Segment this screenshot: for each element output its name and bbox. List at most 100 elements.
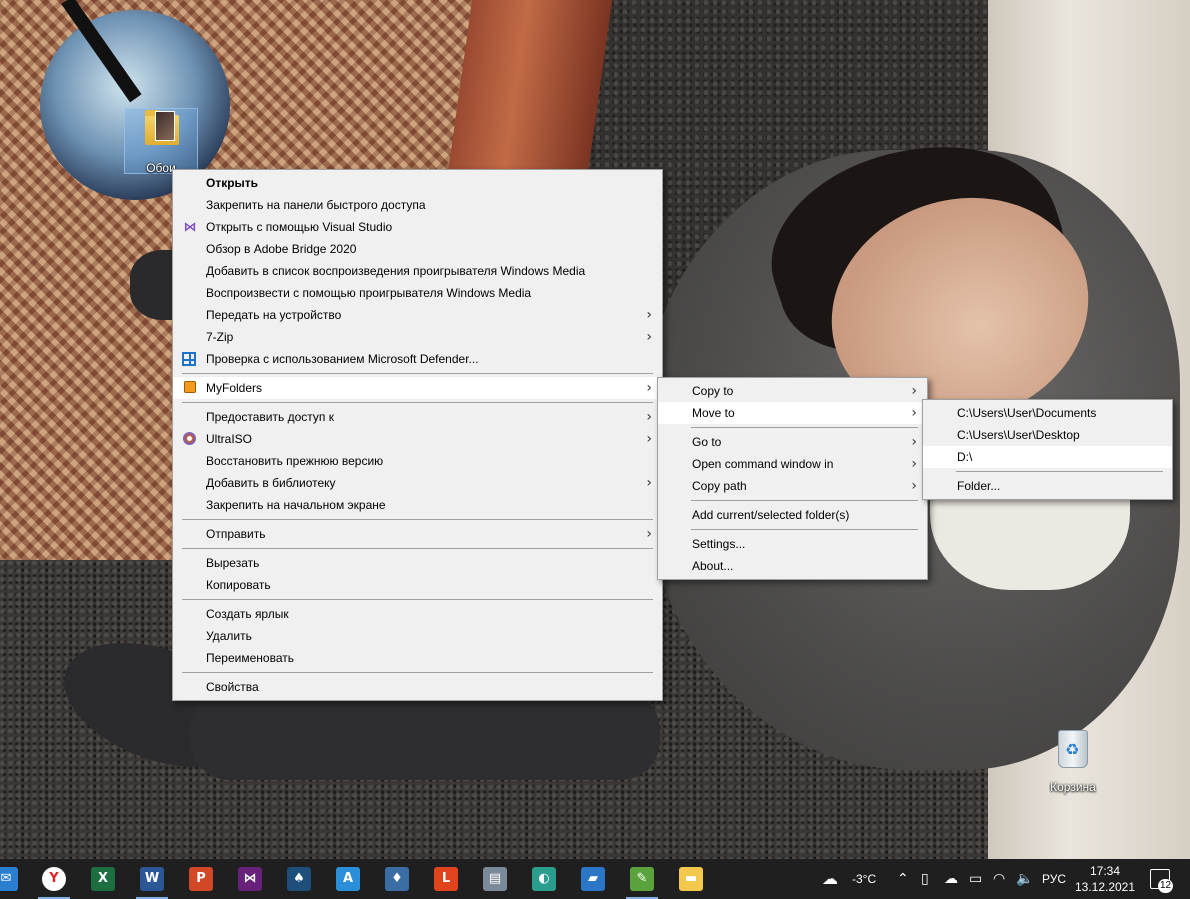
move-to-submenu: C:\Users\User\Documents C:\Users\User\De… bbox=[922, 399, 1173, 500]
taskbar-app-l[interactable]: L bbox=[422, 859, 470, 899]
menu-item-label: Переименовать bbox=[206, 651, 294, 665]
menu-item-open-command-window[interactable]: Open command window in › bbox=[658, 453, 927, 475]
taskbar-powerpoint[interactable]: P bbox=[177, 859, 225, 899]
menu-item-open[interactable]: Открыть bbox=[173, 172, 662, 194]
menu-item-add-wmp-playlist[interactable]: Добавить в список воспроизведения проигр… bbox=[173, 260, 662, 282]
menu-separator bbox=[182, 519, 653, 520]
menu-item-settings[interactable]: Settings... bbox=[658, 533, 927, 555]
menu-item-d-drive[interactable]: D:\ bbox=[923, 446, 1172, 468]
menu-item-give-access[interactable]: Предоставить доступ к › bbox=[173, 406, 662, 428]
menu-item-label: Добавить в библиотеку bbox=[206, 476, 336, 490]
chevron-up-icon[interactable]: ⌃ bbox=[897, 871, 909, 887]
clock-time: 17:34 bbox=[1089, 864, 1121, 878]
menu-item-restore-previous[interactable]: Восстановить прежнюю версию bbox=[173, 450, 662, 472]
chevron-right-icon: › bbox=[646, 475, 652, 491]
menu-item-copy[interactable]: Копировать bbox=[173, 574, 662, 596]
menu-item-add-to-library[interactable]: Добавить в библиотеку › bbox=[173, 472, 662, 494]
wifi-icon[interactable]: ◠ bbox=[993, 871, 1005, 887]
taskbar-yandex-browser[interactable]: Y bbox=[30, 859, 78, 899]
taskbar-excel[interactable]: X bbox=[79, 859, 127, 899]
menu-item-add-folder[interactable]: Add current/selected folder(s) bbox=[658, 504, 927, 526]
menu-item-7zip[interactable]: 7-Zip › bbox=[173, 326, 662, 348]
menu-separator bbox=[691, 529, 918, 530]
taskbar-file-explorer[interactable]: ▬ bbox=[667, 859, 715, 899]
desktop-recycle-bin[interactable]: Корзина bbox=[1036, 728, 1110, 794]
menu-item-adobe-bridge[interactable]: Обзор в Adobe Bridge 2020 bbox=[173, 238, 662, 260]
chevron-right-icon: › bbox=[911, 405, 917, 421]
chevron-right-icon: › bbox=[646, 329, 652, 345]
menu-item-about[interactable]: About... bbox=[658, 555, 927, 577]
app-notes-icon: ♦ bbox=[385, 867, 409, 891]
menu-item-label: Закрепить на начальном экране bbox=[206, 498, 386, 512]
weather-icon[interactable]: ☁ bbox=[822, 871, 838, 887]
app-cards-icon: ▰ bbox=[581, 867, 605, 891]
menu-item-create-shortcut[interactable]: Создать ярлык bbox=[173, 603, 662, 625]
menu-item-copy-to[interactable]: Copy to › bbox=[658, 380, 927, 402]
menu-item-label: Вырезать bbox=[206, 556, 260, 570]
menu-item-label: Предоставить доступ к bbox=[206, 410, 334, 424]
taskbar: ✉ Y X W P ⋈ ♠ A ♦ L ▤ ◐ ▰ ✎ ▬ ☁ -3°C ⌃ ▯ ☁ ▭ ◠ 🔈 РУС … bbox=[0, 859, 1190, 899]
menu-item-label: Закрепить на панели быстрого доступа bbox=[206, 198, 426, 212]
system-clock[interactable]: 17:34 13.12.2021 bbox=[1072, 863, 1138, 895]
menu-item-label: Move to bbox=[692, 406, 735, 420]
menu-item-label: Settings... bbox=[692, 537, 746, 551]
menu-item-label: About... bbox=[692, 559, 734, 573]
menu-item-documents-path[interactable]: C:\Users\User\Documents bbox=[923, 402, 1172, 424]
app-l-icon: L bbox=[434, 867, 458, 891]
taskbar-visual-studio[interactable]: ⋈ bbox=[226, 859, 274, 899]
taskbar-app-notes[interactable]: ♦ bbox=[373, 859, 421, 899]
menu-item-label: Воспроизвести с помощью проигрывателя Wi… bbox=[206, 286, 532, 300]
onedrive-icon[interactable]: ☁ bbox=[944, 871, 958, 887]
powerpoint-icon: P bbox=[189, 867, 213, 891]
language-indicator[interactable]: РУС bbox=[1042, 859, 1066, 899]
chevron-right-icon: › bbox=[646, 431, 652, 447]
recycle-bin-label: Корзина bbox=[1050, 780, 1096, 794]
wallpaper-jeans bbox=[190, 690, 660, 780]
menu-item-pin-start[interactable]: Закрепить на начальном экране bbox=[173, 494, 662, 516]
menu-item-label: Обзор в Adobe Bridge 2020 bbox=[206, 242, 357, 256]
menu-item-copy-path[interactable]: Copy path › bbox=[658, 475, 927, 497]
menu-item-label: Folder... bbox=[957, 479, 1001, 493]
taskbar-app-chart[interactable]: ✎ bbox=[618, 859, 666, 899]
taskbar-word[interactable]: W bbox=[128, 859, 176, 899]
taskbar-edge[interactable]: ◐ bbox=[520, 859, 568, 899]
menu-item-myfolders[interactable]: MyFolders › bbox=[173, 377, 662, 399]
menu-item-pin-quick-access[interactable]: Закрепить на панели быстрого доступа bbox=[173, 194, 662, 216]
menu-item-open-visual-studio[interactable]: ⋈ Открыть с помощью Visual Studio bbox=[173, 216, 662, 238]
menu-item-label: Проверка с использованием Microsoft Defe… bbox=[206, 352, 479, 366]
menu-item-desktop-path[interactable]: C:\Users\User\Desktop bbox=[923, 424, 1172, 446]
menu-item-ultraiso[interactable]: UltraISO › bbox=[173, 428, 662, 450]
taskbar-app-monitor[interactable]: ▤ bbox=[471, 859, 519, 899]
menu-item-go-to[interactable]: Go to › bbox=[658, 431, 927, 453]
taskbar-solitaire[interactable]: ♠ bbox=[275, 859, 323, 899]
volume-icon[interactable]: 🔈 bbox=[1016, 871, 1033, 887]
menu-item-delete[interactable]: Удалить bbox=[173, 625, 662, 647]
chevron-right-icon: › bbox=[911, 456, 917, 472]
menu-item-properties[interactable]: Свойства bbox=[173, 676, 662, 698]
menu-separator bbox=[182, 672, 653, 673]
menu-item-cut[interactable]: Вырезать bbox=[173, 552, 662, 574]
menu-item-folder-browse[interactable]: Folder... bbox=[923, 475, 1172, 497]
menu-item-cast-to-device[interactable]: Передать на устройство › bbox=[173, 304, 662, 326]
menu-item-label: C:\Users\User\Documents bbox=[957, 406, 1097, 420]
menu-separator bbox=[182, 373, 653, 374]
menu-item-rename[interactable]: Переименовать bbox=[173, 647, 662, 669]
desktop-folder-oboi[interactable]: Обои bbox=[124, 108, 198, 175]
phone-link-icon[interactable]: ▯ bbox=[921, 871, 929, 887]
menu-separator bbox=[691, 427, 918, 428]
taskbar-app-a[interactable]: A bbox=[324, 859, 372, 899]
monitor-icon[interactable]: ▭ bbox=[969, 871, 982, 887]
menu-item-send-to[interactable]: Отправить › bbox=[173, 523, 662, 545]
folder-thumbnail-icon bbox=[155, 111, 175, 141]
taskbar-mail-app[interactable]: ✉ bbox=[0, 859, 30, 899]
weather-temperature[interactable]: -3°C bbox=[852, 859, 876, 899]
menu-item-label: Создать ярлык bbox=[206, 607, 289, 621]
taskbar-app-cards[interactable]: ▰ bbox=[569, 859, 617, 899]
chevron-right-icon: › bbox=[646, 409, 652, 425]
menu-item-play-wmp[interactable]: Воспроизвести с помощью проигрывателя Wi… bbox=[173, 282, 662, 304]
menu-item-label: Copy to bbox=[692, 384, 734, 398]
menu-item-defender-scan[interactable]: Проверка с использованием Microsoft Defe… bbox=[173, 348, 662, 370]
menu-item-move-to[interactable]: Move to › bbox=[658, 402, 927, 424]
recycle-bin-icon bbox=[1058, 730, 1088, 768]
menu-separator bbox=[691, 500, 918, 501]
